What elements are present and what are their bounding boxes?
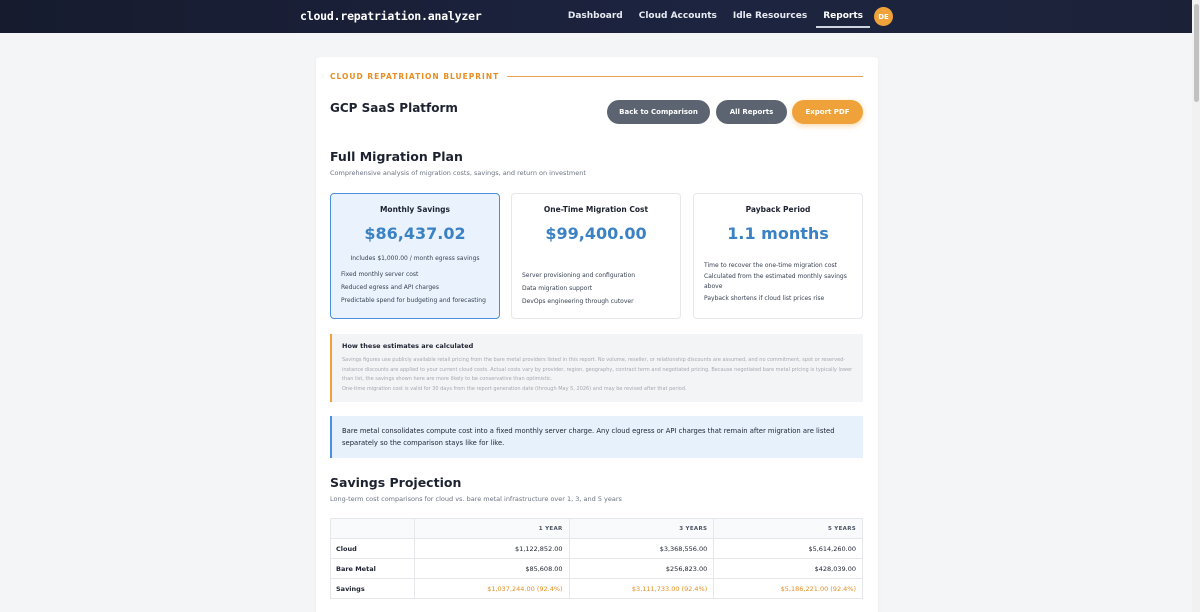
eyebrow-row: CLOUD REPATRIATION BLUEPRINT (330, 72, 863, 81)
export-pdf-button[interactable]: Export PDF (792, 100, 863, 124)
row-label: Cloud (330, 538, 415, 559)
info-text: Bare metal consolidates compute cost int… (342, 427, 835, 447)
nav-link-cloud-accounts[interactable]: Cloud Accounts (638, 0, 718, 33)
list-item: above (704, 283, 723, 290)
table-cell: $5,614,260.00 (713, 538, 863, 559)
nav-link-dashboard[interactable]: Dashboard (567, 0, 624, 33)
list-item: DevOps engineering through cutover (522, 298, 634, 305)
list-item: Fixed monthly server cost (341, 271, 419, 278)
estimates-title: How these estimates are calculated (342, 342, 474, 350)
estimates-text: Savings figures use publicly available r… (342, 357, 853, 382)
platform-title: GCP SaaS Platform (330, 101, 458, 115)
column-header: 3 YEARS (568, 518, 715, 539)
table-cell: $256,823.00 (568, 558, 715, 579)
row-label: Savings (330, 578, 415, 599)
all-reports-button[interactable]: All Reports (716, 100, 787, 124)
list-item: Payback shortens if cloud list prices ri… (704, 295, 825, 302)
plan-title: Full Migration Plan (330, 149, 463, 164)
metric-card-migration-cost: One-Time Migration Cost $99,400.00 Serve… (511, 193, 681, 319)
metric-card-payback-period: Payback Period 1.1 months Time to recove… (693, 193, 863, 319)
table-cell: $5,186,221.00 (92.4%) (713, 578, 863, 599)
row-label: Bare Metal (330, 558, 415, 579)
table-cell: $85,608.00 (413, 558, 570, 579)
metric-list: Server provisioning and configuration Da… (522, 269, 672, 308)
table-cell: $1,122,852.00 (413, 538, 570, 559)
metric-value: $86,437.02 (364, 224, 466, 243)
table-row: Savings $1,037,244.00 (92.4%) $3,111,733… (330, 578, 863, 599)
metric-note: Includes $1,000.00 / month egress saving… (350, 255, 480, 262)
list-item: Server provisioning and configuration (522, 272, 636, 279)
metric-value: $99,400.00 (545, 224, 647, 243)
estimates-validity: One-time migration cost is valid for 30 … (342, 386, 687, 392)
list-item: Reduced egress and API charges (341, 284, 439, 291)
nav-link-idle-resources[interactable]: Idle Resources (732, 0, 808, 33)
info-callout: Bare metal consolidates compute cost int… (330, 416, 863, 458)
metric-label: Payback Period (745, 205, 811, 214)
list-item: Calculated from the estimated monthly sa… (704, 273, 847, 280)
plan-subtitle: Comprehensive analysis of migration cost… (330, 169, 586, 177)
table-cell: $3,111,733.00 (92.4%) (568, 578, 715, 599)
table-cell: $1,037,244.00 (92.4%) (413, 578, 570, 599)
projection-subtitle: Long-term cost comparisons for cloud vs.… (330, 495, 622, 503)
metric-list: Fixed monthly server cost Reduced egress… (341, 268, 491, 307)
nav-link-reports[interactable]: Reports (816, 0, 870, 33)
list-item: Data migration support (522, 285, 593, 292)
column-header: 1 YEAR (413, 518, 570, 539)
user-avatar[interactable]: DE (874, 7, 893, 26)
back-to-comparison-button[interactable]: Back to Comparison (607, 100, 710, 124)
list-item: Predictable spend for budgeting and fore… (341, 297, 486, 304)
eyebrow-label: CLOUD REPATRIATION BLUEPRINT (330, 72, 500, 81)
scrollbar-thumb[interactable] (1194, 4, 1199, 102)
table-header-row: 1 YEAR 3 YEARS 5 YEARS (330, 518, 863, 539)
metric-value: 1.1 months (727, 224, 829, 243)
column-header (330, 518, 415, 539)
table-cell: $428,039.00 (713, 558, 863, 579)
nav-links: Dashboard Cloud Accounts Idle Resources … (567, 0, 870, 33)
estimates-explanation: How these estimates are calculated Savin… (330, 334, 863, 402)
top-nav: cloud.repatriation.analyzer Dashboard Cl… (0, 0, 1200, 33)
report-card: CLOUD REPATRIATION BLUEPRINT GCP SaaS Pl… (316, 57, 878, 612)
projection-title: Savings Projection (330, 475, 462, 490)
column-header: 5 YEARS (713, 518, 863, 539)
eyebrow-divider (507, 76, 863, 77)
savings-projection-table: 1 YEAR 3 YEARS 5 YEARS Cloud $1,122,852.… (330, 518, 863, 599)
metric-label: Monthly Savings (379, 205, 451, 214)
table-row: Cloud $1,122,852.00 $3,368,556.00 $5,614… (330, 538, 863, 559)
list-item: Time to recover the one-time migration c… (704, 262, 837, 269)
metric-card-monthly-savings: Monthly Savings $86,437.02 Includes $1,0… (330, 193, 500, 319)
metric-label: One-Time Migration Cost (543, 205, 649, 214)
brand-logo[interactable]: cloud.repatriation.analyzer (300, 9, 482, 23)
page-scrollbar[interactable] (1192, 0, 1200, 612)
table-cell: $3,368,556.00 (568, 538, 715, 559)
metric-list: Time to recover the one-time migration c… (704, 259, 854, 305)
table-row: Bare Metal $85,608.00 $256,823.00 $428,0… (330, 558, 863, 579)
